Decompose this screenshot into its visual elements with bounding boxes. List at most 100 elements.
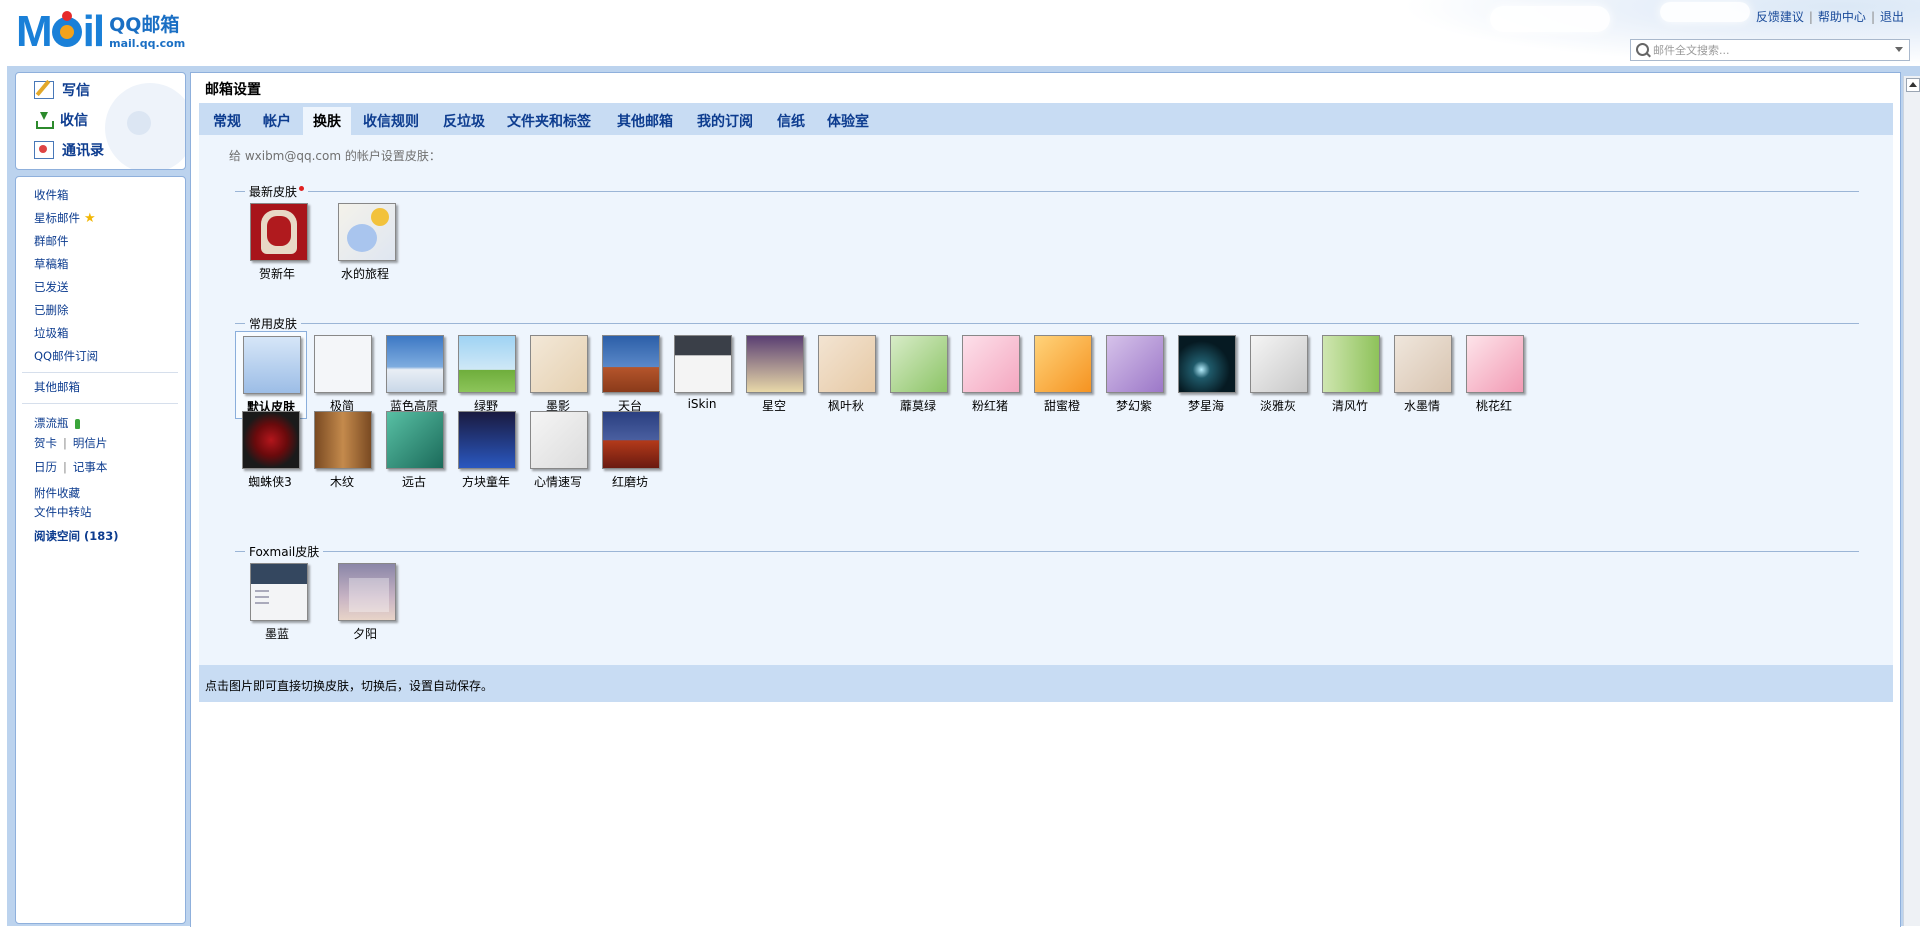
skin-ink-blue[interactable]: 墨蓝 bbox=[235, 559, 319, 645]
skin-thumb bbox=[602, 411, 660, 469]
folder-spam[interactable]: 垃圾箱 bbox=[34, 325, 69, 341]
skin-item[interactable]: 甜蜜橙 bbox=[1027, 331, 1097, 417]
skin-thumb bbox=[1322, 335, 1380, 393]
vertical-scrollbar[interactable] bbox=[1903, 76, 1920, 926]
skin-item[interactable]: 蘼莫绿 bbox=[883, 331, 953, 417]
skin-item[interactable]: iSkin bbox=[667, 331, 737, 417]
skin-thumb bbox=[1034, 335, 1092, 393]
skin-item[interactable]: 水墨情 bbox=[1387, 331, 1457, 417]
drift-bottle-link[interactable]: 漂流瓶 bbox=[34, 415, 80, 431]
skin-item[interactable]: 蜘蛛侠3 bbox=[235, 407, 305, 493]
section-newest-skins: 最新皮肤 bbox=[235, 183, 1859, 200]
notebook-link[interactable]: 记事本 bbox=[73, 460, 108, 474]
skin-item[interactable]: 红磨坊 bbox=[595, 407, 665, 493]
scroll-up-arrow-icon[interactable] bbox=[1906, 78, 1920, 92]
skin-thumb bbox=[338, 563, 396, 621]
file-transfer-link[interactable]: 文件中转站 bbox=[34, 504, 92, 520]
qq-mail-logo[interactable]: M il QQ邮箱 mail.qq.com bbox=[16, 10, 185, 54]
folder-starred[interactable]: 星标邮件 ★ bbox=[34, 210, 96, 226]
tab-lab[interactable]: 体验室 bbox=[827, 109, 869, 135]
contacts-label: 通讯录 bbox=[62, 143, 104, 159]
folder-subscriptions[interactable]: QQ邮件订阅 bbox=[34, 348, 98, 364]
reading-space-link[interactable]: 阅读空间 (183) bbox=[34, 528, 119, 544]
compose-button[interactable]: 写信 bbox=[34, 79, 90, 101]
skin-item[interactable]: 天台 bbox=[595, 331, 665, 417]
skin-thumb bbox=[314, 335, 372, 393]
skin-thumb bbox=[1250, 335, 1308, 393]
skin-item[interactable]: 心情速写 bbox=[523, 407, 593, 493]
skin-thumb bbox=[458, 335, 516, 393]
skin-thumb bbox=[818, 335, 876, 393]
bottle-icon bbox=[74, 418, 80, 429]
skin-thumb bbox=[386, 411, 444, 469]
skin-item[interactable]: 远古 bbox=[379, 407, 449, 493]
skin-thumb bbox=[602, 335, 660, 393]
skin-item[interactable]: 默认皮肤 bbox=[235, 331, 307, 419]
greeting-card-link[interactable]: 贺卡 bbox=[34, 436, 57, 450]
section-foxmail-label: Foxmail皮肤 bbox=[245, 543, 324, 560]
skin-item[interactable]: 粉红猪 bbox=[955, 331, 1025, 417]
mail-search-box[interactable] bbox=[1630, 39, 1910, 61]
skin-item[interactable]: 方块童年 bbox=[451, 407, 521, 493]
folder-inbox[interactable]: 收件箱 bbox=[34, 187, 69, 203]
feedback-link[interactable]: 反馈建议 bbox=[1756, 10, 1804, 24]
skin-thumb bbox=[530, 411, 588, 469]
skin-item[interactable]: 极简 bbox=[307, 331, 377, 417]
skin-footer-hint: 点击图片即可直接切换皮肤，切换后，设置自动保存。 bbox=[205, 679, 494, 693]
logo-ring-icon bbox=[51, 11, 82, 47]
qq-penguin-watermark-icon bbox=[105, 83, 185, 169]
folder-sent[interactable]: 已发送 bbox=[34, 279, 69, 295]
skin-name: 水的旅程 bbox=[340, 267, 389, 281]
receive-button[interactable]: 收信 bbox=[34, 109, 88, 131]
skin-thumb bbox=[314, 411, 372, 469]
skin-item[interactable]: 枫叶秋 bbox=[811, 331, 881, 417]
skin-new-year[interactable]: 贺新年 bbox=[235, 199, 319, 285]
section-common-skins: 常用皮肤 bbox=[235, 315, 1859, 332]
settings-panel: 邮箱设置 常规 帐户 换肤 收信规则 反垃圾 文件夹和标签 其他邮箱 我的订阅 … bbox=[190, 72, 1901, 927]
tab-account[interactable]: 帐户 bbox=[263, 109, 291, 135]
page-title: 邮箱设置 bbox=[205, 82, 261, 98]
skin-item[interactable]: 桃花红 bbox=[1459, 331, 1529, 417]
contacts-button[interactable]: 通讯录 bbox=[34, 139, 104, 161]
folder-drafts[interactable]: 草稿箱 bbox=[34, 256, 69, 272]
skin-item[interactable]: 梦星海 bbox=[1171, 331, 1241, 417]
drift-bottle-label: 漂流瓶 bbox=[34, 416, 69, 430]
attachments-link[interactable]: 附件收藏 bbox=[34, 485, 80, 501]
skin-item[interactable]: 梦幻紫 bbox=[1099, 331, 1169, 417]
skin-item[interactable]: 绿野 bbox=[451, 331, 521, 417]
skin-item[interactable]: 蓝色高原 bbox=[379, 331, 449, 417]
skin-item[interactable]: 木纹 bbox=[307, 407, 377, 493]
logo-brand: QQ邮箱 mail.qq.com bbox=[109, 14, 185, 51]
compose-label: 写信 bbox=[62, 83, 90, 99]
skin-item[interactable]: 墨影 bbox=[523, 331, 593, 417]
compose-icon bbox=[34, 81, 54, 99]
tab-subscriptions[interactable]: 我的订阅 bbox=[697, 109, 753, 135]
tab-folders-labels[interactable]: 文件夹和标签 bbox=[507, 109, 591, 135]
skin-water-journey[interactable]: 水的旅程 bbox=[323, 199, 407, 285]
folder-group-mail[interactable]: 群邮件 bbox=[34, 233, 69, 249]
chevron-down-icon[interactable] bbox=[1895, 47, 1903, 52]
contacts-icon bbox=[34, 141, 54, 159]
skin-item[interactable]: 星空 bbox=[739, 331, 809, 417]
tab-anti-spam[interactable]: 反垃圾 bbox=[443, 109, 485, 135]
skin-footer-bar: 点击图片即可直接切换皮肤，切换后，设置自动保存。 bbox=[199, 665, 1893, 702]
logo-letter-m: M bbox=[16, 7, 53, 56]
tab-general[interactable]: 常规 bbox=[213, 109, 241, 135]
skin-item[interactable]: 清风竹 bbox=[1315, 331, 1385, 417]
other-mail-link[interactable]: 其他邮箱 bbox=[34, 379, 80, 395]
folder-deleted[interactable]: 已删除 bbox=[34, 302, 69, 318]
search-input[interactable] bbox=[1651, 41, 1885, 59]
skin-sunset[interactable]: 夕阳 bbox=[323, 559, 407, 645]
logout-link[interactable]: 退出 bbox=[1880, 10, 1904, 24]
calendar-link[interactable]: 日历 bbox=[34, 460, 57, 474]
tab-receive-rules[interactable]: 收信规则 bbox=[363, 109, 419, 135]
skin-item[interactable]: 淡雅灰 bbox=[1243, 331, 1313, 417]
help-center-link[interactable]: 帮助中心 bbox=[1818, 10, 1866, 24]
postcard-link[interactable]: 明信片 bbox=[73, 436, 108, 450]
skin-thumb bbox=[674, 335, 732, 393]
inbox-download-icon bbox=[34, 112, 54, 129]
tab-other-mail[interactable]: 其他邮箱 bbox=[617, 109, 673, 135]
top-links: 反馈建议 | 帮助中心 | 退出 bbox=[1755, 10, 1904, 24]
tab-skin[interactable]: 换肤 bbox=[303, 107, 351, 135]
tab-stationery[interactable]: 信纸 bbox=[777, 109, 805, 135]
